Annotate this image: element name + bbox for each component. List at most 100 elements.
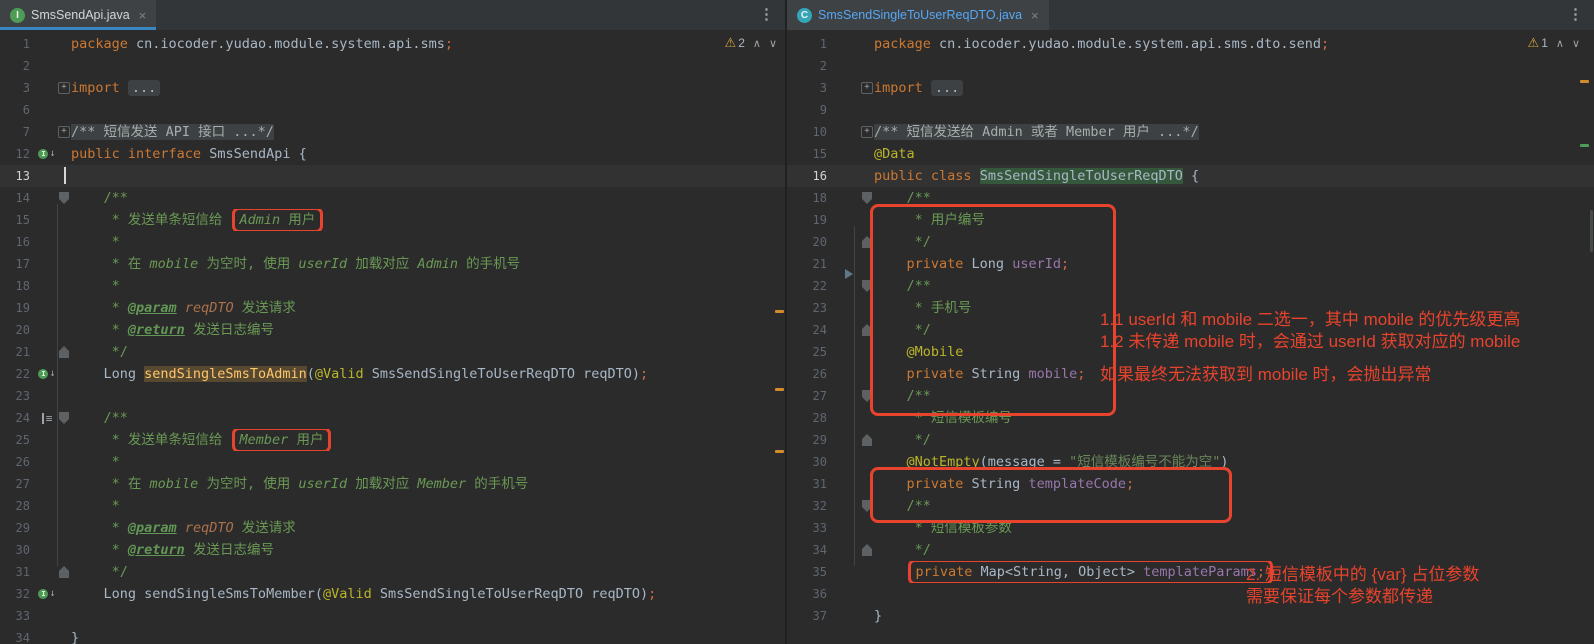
- code-line[interactable]: 3+import ...: [0, 77, 785, 99]
- code-line[interactable]: 16public class SmsSendSingleToUserReqDTO…: [787, 165, 1594, 187]
- code-line[interactable]: 24≡ /**: [0, 407, 785, 429]
- code-line[interactable]: 25 * 发送单条短信给 Member 用户: [0, 429, 785, 451]
- code-line[interactable]: 32 /**: [787, 495, 1594, 517]
- code-line[interactable]: 16 *: [0, 231, 785, 253]
- implemented-method-icon[interactable]: I↓: [37, 583, 57, 605]
- code-token: userId: [298, 476, 347, 492]
- tab-smssendsingletouserreqdto[interactable]: C SmsSendSingleToUserReqDTO.java ×: [787, 0, 1049, 30]
- code-line[interactable]: 29 */: [787, 429, 1594, 451]
- line-number: 22: [787, 275, 840, 297]
- code-line[interactable]: 27 /**: [787, 385, 1594, 407]
- code-line[interactable]: 18 /**: [787, 187, 1594, 209]
- code-line[interactable]: 1package cn.iocoder.yudao.module.system.…: [787, 33, 1594, 55]
- code-line[interactable]: 17 * 在 mobile 为空时, 使用 userId 加载对应 Admin …: [0, 253, 785, 275]
- gutter-arrow-icon[interactable]: [845, 269, 853, 279]
- code-line[interactable]: 20 * @return 发送日志编号: [0, 319, 785, 341]
- code-line[interactable]: 7+/** 短信发送 API 接口 ...*/: [0, 121, 785, 143]
- fold-marker[interactable]: [860, 275, 874, 297]
- fold-marker[interactable]: [57, 341, 71, 363]
- editor-options-menu-icon[interactable]: ⋮: [1568, 5, 1583, 23]
- code-line[interactable]: 23: [0, 385, 785, 407]
- code-line[interactable]: 34}: [0, 627, 785, 644]
- code-line[interactable]: 22 /**: [787, 275, 1594, 297]
- code-line[interactable]: 14 /**: [0, 187, 785, 209]
- interface-icon[interactable]: I↓: [37, 143, 57, 165]
- code-line[interactable]: 2: [0, 55, 785, 77]
- code-line[interactable]: 32I↓ Long sendSingleSmsToMember(@Valid S…: [0, 583, 785, 605]
- prev-problem-icon[interactable]: ∧: [1556, 37, 1564, 50]
- editor-options-menu-icon[interactable]: ⋮: [759, 5, 774, 23]
- code-line[interactable]: 28 *: [0, 495, 785, 517]
- code-editor-left[interactable]: 1package cn.iocoder.yudao.module.system.…: [0, 30, 785, 644]
- code-line[interactable]: 26 *: [0, 451, 785, 473]
- code-line[interactable]: 28 * 短信模板编号: [787, 407, 1594, 429]
- fold-marker[interactable]: +: [860, 77, 874, 99]
- inspection-widget-left[interactable]: ⚠ 2 ∧ ∨: [725, 35, 777, 51]
- tab-smssendapi[interactable]: I SmsSendApi.java ×: [0, 0, 156, 30]
- line-number: 26: [0, 451, 37, 473]
- ide-window: I SmsSendApi.java × ⋮ 1package cn.iocode…: [0, 0, 1594, 644]
- fold-marker[interactable]: +: [860, 121, 874, 143]
- fold-marker[interactable]: +: [57, 121, 71, 143]
- fold-marker[interactable]: [57, 561, 71, 583]
- inspection-widget-right[interactable]: ⚠ 1 ∧ ∨: [1528, 35, 1580, 51]
- code-line[interactable]: 10+/** 短信发送给 Admin 或者 Member 用户 ...*/: [787, 121, 1594, 143]
- code-line[interactable]: 37}: [787, 605, 1594, 627]
- fold-marker[interactable]: +: [57, 77, 71, 99]
- code-line[interactable]: 6: [0, 99, 785, 121]
- scrollbar-thumb[interactable]: [1590, 210, 1593, 252]
- code-line[interactable]: 31 */: [0, 561, 785, 583]
- code-line[interactable]: 33: [0, 605, 785, 627]
- next-problem-icon[interactable]: ∨: [769, 37, 777, 50]
- fold-marker[interactable]: [57, 187, 71, 209]
- code-line[interactable]: 22I↓ Long sendSingleSmsToAdmin(@Valid Sm…: [0, 363, 785, 385]
- code-line[interactable]: 34 */: [787, 539, 1594, 561]
- code-token: ...: [931, 80, 963, 96]
- tab-bar-left: I SmsSendApi.java × ⋮: [0, 0, 785, 30]
- error-stripe-mark[interactable]: [1580, 80, 1589, 83]
- close-tab-icon[interactable]: ×: [139, 8, 147, 23]
- fold-marker[interactable]: [860, 495, 874, 517]
- code-line[interactable]: 19 * @param reqDTO 发送请求: [0, 297, 785, 319]
- fold-marker[interactable]: [860, 231, 874, 253]
- error-stripe-mark[interactable]: [775, 450, 784, 453]
- code-line[interactable]: 20 */: [787, 231, 1594, 253]
- related-items-icon[interactable]: ≡: [37, 407, 57, 429]
- next-problem-icon[interactable]: ∨: [1572, 37, 1580, 50]
- fold-marker[interactable]: [57, 407, 71, 429]
- code-line[interactable]: 1package cn.iocoder.yudao.module.system.…: [0, 33, 785, 55]
- fold-marker[interactable]: [860, 539, 874, 561]
- error-stripe-mark[interactable]: [775, 310, 784, 313]
- code-line[interactable]: 21 private Long userId;: [787, 253, 1594, 275]
- line-number: 17: [0, 253, 37, 275]
- code-token: */: [874, 234, 931, 250]
- code-line[interactable]: 29 * @param reqDTO 发送请求: [0, 517, 785, 539]
- code-line[interactable]: 3+import ...: [787, 77, 1594, 99]
- fold-marker[interactable]: [860, 385, 874, 407]
- editor-pane-left: I SmsSendApi.java × ⋮ 1package cn.iocode…: [0, 0, 785, 644]
- close-tab-icon[interactable]: ×: [1031, 8, 1039, 23]
- line-number: 20: [787, 231, 840, 253]
- implemented-method-icon[interactable]: I↓: [37, 363, 57, 385]
- fold-marker[interactable]: [860, 319, 874, 341]
- code-line[interactable]: 15@Data: [787, 143, 1594, 165]
- code-line[interactable]: 18 *: [0, 275, 785, 297]
- code-line[interactable]: 30 * @return 发送日志编号: [0, 539, 785, 561]
- prev-problem-icon[interactable]: ∧: [753, 37, 761, 50]
- error-stripe-mark[interactable]: [1580, 144, 1589, 147]
- code-line[interactable]: 2: [787, 55, 1594, 77]
- code-line[interactable]: 27 * 在 mobile 为空时, 使用 userId 加载对应 Member…: [0, 473, 785, 495]
- code-line[interactable]: 31 private String templateCode;: [787, 473, 1594, 495]
- code-line[interactable]: 21 */: [0, 341, 785, 363]
- code-line[interactable]: 15 * 发送单条短信给 Admin 用户: [0, 209, 785, 231]
- code-line[interactable]: 19 * 用户编号: [787, 209, 1594, 231]
- line-number: 24: [0, 407, 37, 429]
- code-line[interactable]: 33 * 短信模板参数: [787, 517, 1594, 539]
- code-line[interactable]: 12I↓public interface SmsSendApi {: [0, 143, 785, 165]
- fold-marker[interactable]: [860, 187, 874, 209]
- code-line[interactable]: 9: [787, 99, 1594, 121]
- code-line[interactable]: 30 @NotEmpty(message = "短信模板编号不能为空"): [787, 451, 1594, 473]
- error-stripe-mark[interactable]: [775, 388, 784, 391]
- code-line[interactable]: 13: [0, 165, 785, 187]
- fold-marker[interactable]: [860, 429, 874, 451]
